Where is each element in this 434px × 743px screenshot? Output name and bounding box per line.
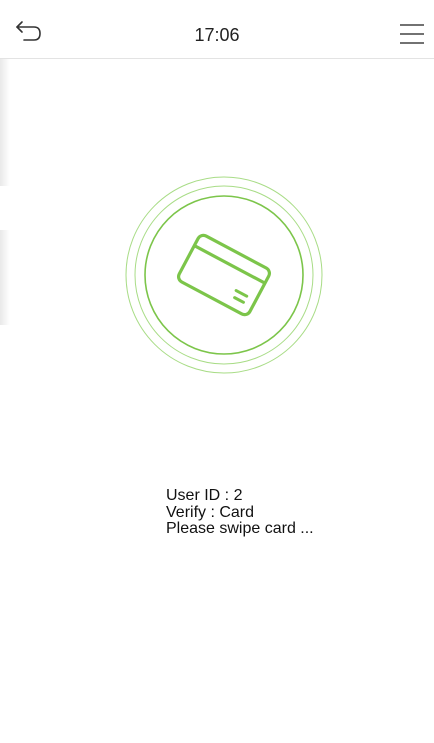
hamburger-menu-icon <box>400 24 424 44</box>
clock-time: 17:06 <box>194 25 240 45</box>
top-bar: 17:06 <box>0 0 434 59</box>
card-verify-illustration <box>118 175 330 387</box>
edge-shade <box>0 230 10 325</box>
back-arrow-icon <box>16 21 41 41</box>
verify-status: User ID : 2 Verify : Card Please swipe c… <box>166 487 314 538</box>
verify-mode-text: Verify : Card <box>166 503 255 521</box>
menu-button[interactable] <box>398 23 426 47</box>
user-id-text: User ID : 2 <box>166 487 243 504</box>
back-button[interactable] <box>12 19 42 43</box>
edge-shade <box>0 56 10 186</box>
card-icon <box>125 176 323 374</box>
swipe-prompt-text: Please swipe card ... <box>166 520 314 537</box>
verify-screen: 17:06 User ID : 2 Verify : Card Please s… <box>0 0 434 743</box>
